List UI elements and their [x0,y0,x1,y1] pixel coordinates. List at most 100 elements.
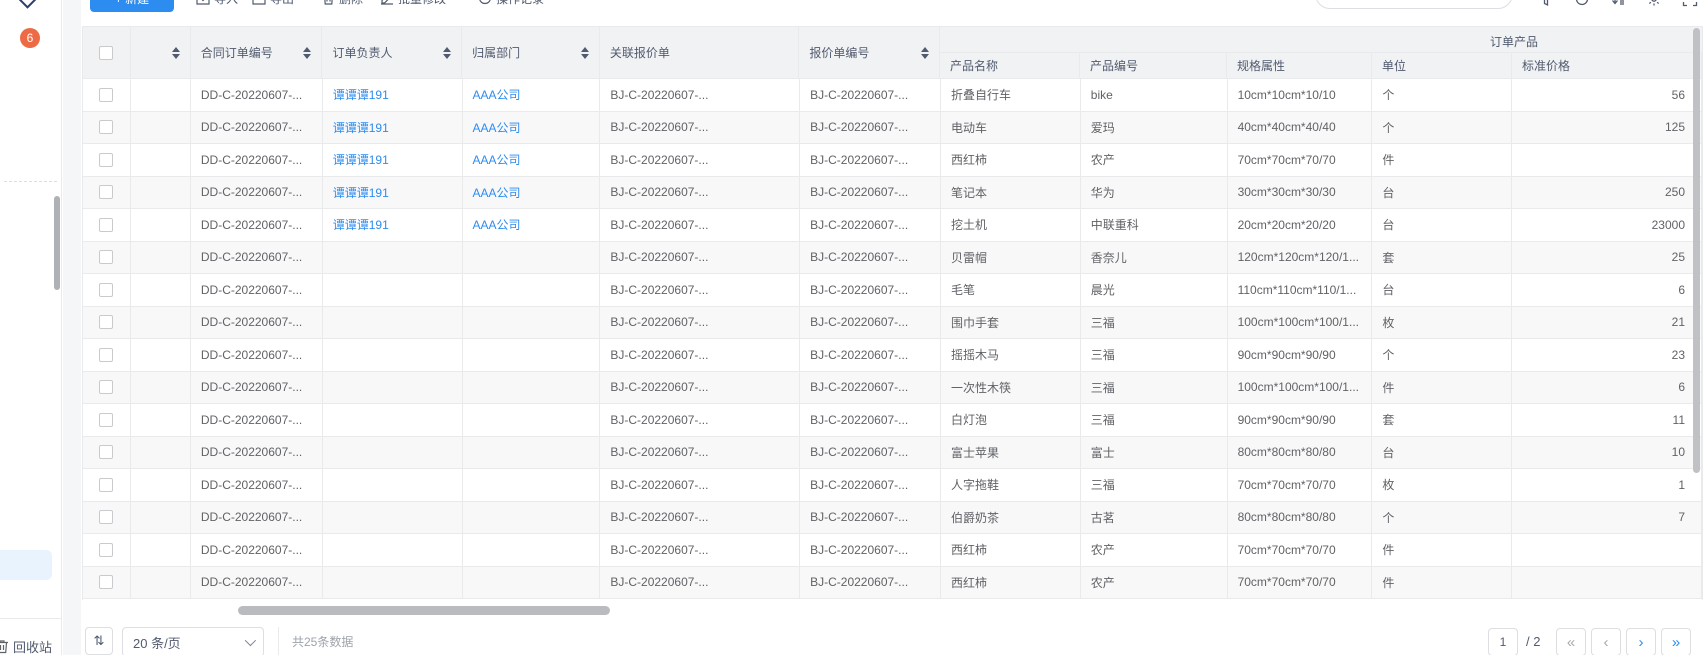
fullscreen-icon[interactable] [1682,0,1698,7]
contract-no-cell: DD-C-20220607-... [191,534,323,566]
recycle-bin-item[interactable]: 回收站 [0,637,52,655]
price-cell [1512,567,1702,599]
row-checkbox[interactable] [99,153,113,167]
dept-cell [463,307,601,339]
next-page-button[interactable]: › [1626,628,1656,655]
quote-no-cell: BJ-C-20220607-... [800,274,941,306]
row-height-button[interactable]: ⇅ [85,627,113,655]
row-checkbox[interactable] [99,283,113,297]
filter-icon[interactable] [1538,0,1554,7]
row-checkbox[interactable] [99,413,113,427]
first-page-button[interactable]: « [1556,628,1586,655]
page-number-input[interactable] [1488,628,1518,655]
dept-cell-link[interactable]: AAA公司 [473,151,521,168]
row-checkbox[interactable] [99,120,113,134]
last-page-button[interactable]: » [1661,628,1691,655]
price-cell: 56 [1512,79,1702,111]
row-checkbox[interactable] [99,478,113,492]
export-button[interactable]: 导出 [252,0,294,12]
owner-cell [323,274,463,306]
price-cell: 1 [1512,469,1702,501]
row-checkbox[interactable] [99,380,113,394]
dept-cell-link[interactable]: AAA公司 [473,86,521,103]
row-checkbox[interactable] [99,185,113,199]
row-select-cell [83,209,131,241]
product-code-cell: 三福 [1081,404,1228,436]
delete-icon [322,0,335,5]
row-checkbox[interactable] [99,445,113,459]
search-input[interactable] [1315,0,1513,9]
create-button[interactable]: + 新建 [90,0,174,12]
sort-icon[interactable] [437,47,451,59]
left-sidebar: 6 回收站 [0,0,62,655]
owner-cell-link[interactable]: 谭谭谭191 [333,86,389,103]
clipped-cell [131,209,191,241]
batch-edit-button[interactable]: 批量修改 [380,0,446,12]
refresh-icon[interactable] [1574,0,1590,7]
dept-cell-link[interactable]: AAA公司 [473,184,521,201]
sort-icon[interactable] [575,47,589,59]
owner-cell [323,534,463,566]
import-button[interactable]: 导入 [196,0,238,12]
quote-cell: BJ-C-20220607-... [600,567,800,599]
app-logo-icon [18,0,36,9]
column-sort-icon[interactable] [1610,0,1626,7]
row-checkbox[interactable] [99,348,113,362]
horizontal-scrollbar[interactable] [238,606,610,615]
owner-cell-link[interactable]: 谭谭谭191 [333,216,389,233]
sort-icon[interactable] [915,47,929,59]
owner-cell-link[interactable]: 谭谭谭191 [333,151,389,168]
delete-button[interactable]: 删除 [322,0,363,12]
product-code-cell: bike [1081,79,1228,111]
dept-cell-link[interactable]: AAA公司 [473,216,521,233]
owner-cell-link[interactable]: 谭谭谭191 [333,184,389,201]
clipped-cell [131,437,191,469]
row-checkbox[interactable] [99,218,113,232]
sort-icon[interactable] [166,47,180,59]
owner-cell-link[interactable]: 谭谭谭191 [333,119,389,136]
settings-gear-icon[interactable] [1646,0,1662,7]
price-header: 标准价格 [1512,53,1702,78]
quote-cell: BJ-C-20220607-... [600,242,800,274]
row-checkbox[interactable] [99,250,113,264]
page-size-select[interactable]: 20 条/页 [122,627,264,655]
price-cell: 125 [1512,112,1702,144]
select-all-checkbox[interactable] [99,46,113,60]
owner-cell [323,339,463,371]
vertical-scrollbar[interactable] [1693,28,1700,473]
import-icon [196,0,210,5]
operation-log-button[interactable]: 操作记录 [478,0,544,12]
row-checkbox[interactable] [99,510,113,524]
quote-cell: BJ-C-20220607-... [600,144,800,176]
row-checkbox[interactable] [99,543,113,557]
row-select-cell [83,502,131,534]
row-checkbox[interactable] [99,315,113,329]
table-header: 合同订单编号 订单负责人 归属部门 关联报价单 报价单编号 订单产品 产品名称 … [82,26,1703,79]
sidebar-scrollbar[interactable] [54,196,60,290]
dept-cell: AAA公司 [463,144,601,176]
product-code-cell: 三福 [1081,372,1228,404]
price-cell: 11 [1512,404,1702,436]
select-all-cell [83,27,131,78]
quote-cell: BJ-C-20220607-... [600,274,800,306]
dept-cell [463,372,601,404]
product-name-cell: 挖土机 [941,209,1081,241]
quote-label: 关联报价单 [610,44,670,61]
owner-cell [323,242,463,274]
quote-no-cell: BJ-C-20220607-... [800,502,941,534]
owner-cell [323,307,463,339]
row-checkbox[interactable] [99,575,113,589]
row-checkbox[interactable] [99,88,113,102]
table-row: DD-C-20220607-...BJ-C-20220607-...BJ-C-2… [83,242,1702,275]
clipped-cell [131,567,191,599]
dept-cell-link[interactable]: AAA公司 [473,119,521,136]
chevron-down-icon [245,635,256,646]
sort-icon[interactable] [297,47,311,59]
dept-cell [463,339,601,371]
table-row: DD-C-20220607-...BJ-C-20220607-...BJ-C-2… [83,307,1702,340]
row-select-cell [83,144,131,176]
unit-cell: 枚 [1372,307,1512,339]
sidebar-selected-item[interactable] [0,550,52,580]
prev-page-button[interactable]: ‹ [1591,628,1621,655]
export-label: 导出 [270,0,294,7]
